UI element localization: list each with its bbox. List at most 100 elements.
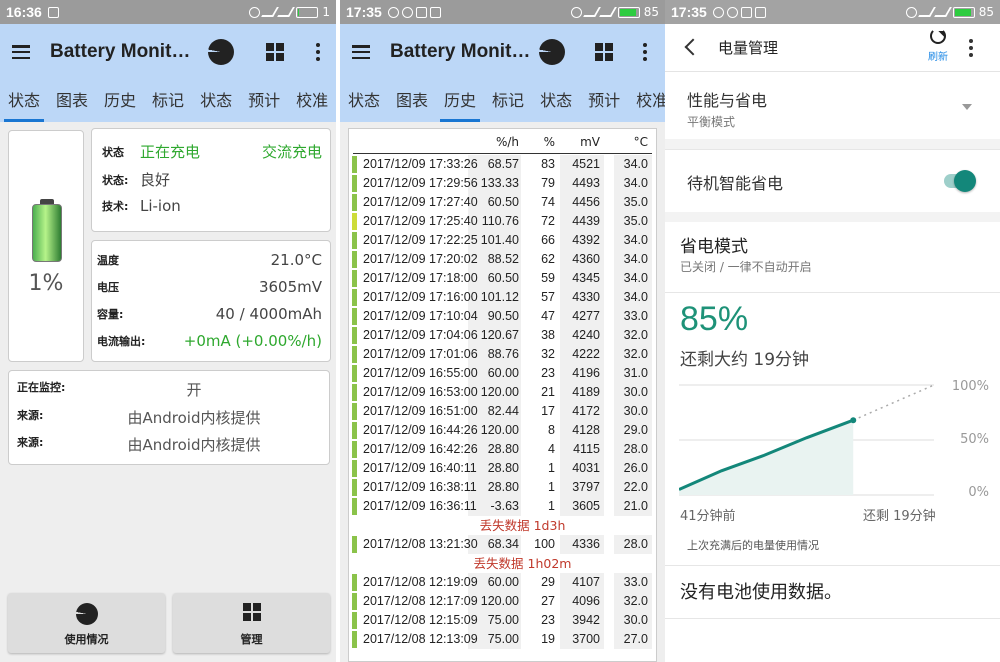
history-table: %/h % mV °C 丢失数据 1d3h 丢失数据 1h02m 2017/12… <box>348 128 657 662</box>
tab-calibrate[interactable]: 校准 <box>628 80 665 122</box>
tab-calibrate[interactable]: 校准 <box>288 80 336 122</box>
tab-status[interactable]: 状态 <box>340 80 388 122</box>
battery-icon <box>617 6 640 18</box>
empty-state-message: 没有电池使用数据。 <box>680 582 842 603</box>
more-options-icon[interactable] <box>643 43 647 61</box>
row-indicator <box>352 232 357 249</box>
cell-rate: 28.80 <box>487 461 519 475</box>
pie-chart-icon[interactable] <box>208 39 234 65</box>
tab-chart[interactable]: 图表 <box>388 80 436 122</box>
tab-status-2[interactable]: 状态 <box>192 80 240 122</box>
tab-estimate[interactable]: 预计 <box>580 80 628 122</box>
cell-temperature: 32.0 <box>623 328 648 342</box>
grid-icon <box>242 603 261 621</box>
tab-history[interactable]: 历史 <box>96 80 144 122</box>
cell-percent: 38 <box>541 328 555 342</box>
more-options-icon[interactable] <box>316 43 320 61</box>
usage-button[interactable]: 使用情况 <box>8 593 165 653</box>
more-options-icon[interactable] <box>969 39 973 57</box>
power-saver-status: 已关闭 / 一律不自动开启 <box>680 260 812 274</box>
cell-percent: 27 <box>541 594 555 608</box>
signal-icon <box>598 7 617 17</box>
cell-voltage: 4107 <box>572 575 600 589</box>
menu-icon[interactable] <box>352 45 370 59</box>
cell-rate: 120.00 <box>480 594 519 608</box>
cell-percent: 79 <box>541 176 555 190</box>
cell-voltage: 4277 <box>572 309 600 323</box>
manage-button[interactable]: 管理 <box>173 593 330 653</box>
cell-percent: 29 <box>541 575 555 589</box>
charging-state: 正在充电 <box>140 143 201 161</box>
cell-percent: 66 <box>541 233 555 247</box>
cell-date: 2017/12/09 17:33:26 <box>363 157 478 171</box>
cell-percent: 47 <box>541 309 555 323</box>
cell-voltage: 3605 <box>572 499 600 513</box>
refresh-button[interactable]: 刷新 <box>928 28 948 63</box>
app-title: Battery Monit… <box>50 41 191 62</box>
table-row: 2017/12/09 17:04:06 120.67 38 4240 32.0 <box>349 326 656 345</box>
clock: 16:36 <box>6 4 42 20</box>
status-label: 状态 <box>102 145 124 159</box>
tab-history[interactable]: 历史 <box>436 80 484 122</box>
row-indicator <box>352 536 357 553</box>
row-indicator <box>352 213 357 230</box>
row-indicator <box>352 308 357 325</box>
cell-date: 2017/12/09 16:55:00 <box>363 366 478 380</box>
tab-bar: 状态 图表 历史 标记 状态 预计 校准 <box>0 80 336 122</box>
cell-date: 2017/12/08 12:17:09 <box>363 594 478 608</box>
performance-mode-item[interactable]: 性能与省电 平衡模式 <box>665 73 1000 139</box>
battery-usage-chart-svg <box>678 384 935 496</box>
column-temperature: °C <box>633 135 648 149</box>
table-header: %/h % mV °C <box>349 135 656 153</box>
cell-voltage: 4392 <box>572 233 600 247</box>
cell-date: 2017/12/09 16:51:00 <box>363 404 478 418</box>
cell-rate: 82.44 <box>487 404 519 418</box>
table-row: 2017/12/09 17:01:06 88.76 32 4222 32.0 <box>349 345 656 364</box>
tab-chart[interactable]: 图表 <box>48 80 96 122</box>
cell-temperature: 30.0 <box>623 385 648 399</box>
alarm-icon <box>249 6 261 18</box>
grid-icon[interactable] <box>595 43 613 61</box>
cell-percent: 1 <box>548 461 555 475</box>
pie-chart-icon[interactable] <box>539 39 565 65</box>
cell-temperature: 33.0 <box>623 309 648 323</box>
battery-usage-chart: 100% 50% 0% <box>678 375 989 505</box>
page-title: 电量管理 <box>718 39 779 57</box>
voltage-label: 电压 <box>97 281 119 294</box>
dropdown-icon <box>962 104 972 110</box>
cell-rate: 60.00 <box>487 366 519 380</box>
cell-percent: 100 <box>534 537 555 551</box>
menu-icon[interactable] <box>12 45 30 59</box>
battery-level: 85% <box>680 300 749 338</box>
tab-status[interactable]: 状态 <box>0 80 48 122</box>
cell-temperature: 21.0 <box>623 499 648 513</box>
tab-markers[interactable]: 标记 <box>484 80 532 122</box>
cell-percent: 1 <box>548 499 555 513</box>
refresh-icon <box>930 28 946 44</box>
notification-icon <box>387 6 399 18</box>
temperature-label: 温度 <box>97 254 119 267</box>
row-indicator <box>352 612 357 629</box>
back-arrow-icon[interactable] <box>684 38 702 56</box>
grid-icon[interactable] <box>266 43 284 61</box>
tab-markers[interactable]: 标记 <box>144 80 192 122</box>
table-row: 2017/12/09 17:20:02 88.52 62 4360 34.0 <box>349 250 656 269</box>
power-saver-title: 省电模式 <box>680 237 748 257</box>
tab-status-2[interactable]: 状态 <box>532 80 580 122</box>
cell-temperature: 31.0 <box>623 366 648 380</box>
clock: 17:35 <box>346 4 382 20</box>
row-indicator <box>352 251 357 268</box>
projection-line <box>852 384 935 421</box>
cell-voltage: 3700 <box>572 632 600 646</box>
cell-voltage: 4240 <box>572 328 600 342</box>
power-saver-item[interactable]: 省电模式 已关闭 / 一律不自动开启 <box>665 222 1000 292</box>
row-indicator <box>352 327 357 344</box>
table-row: 2017/12/09 17:22:25 101.40 66 4392 34.0 <box>349 231 656 250</box>
signal-icon <box>277 7 296 17</box>
cell-percent: 23 <box>541 613 555 627</box>
tab-estimate[interactable]: 预计 <box>240 80 288 122</box>
temperature-value: 21.0°C <box>270 251 322 269</box>
usage-button-label: 使用情况 <box>64 633 109 646</box>
standby-saver-toggle[interactable] <box>944 170 976 192</box>
table-row: 2017/12/09 17:16:00 101.12 57 4330 34.0 <box>349 288 656 307</box>
